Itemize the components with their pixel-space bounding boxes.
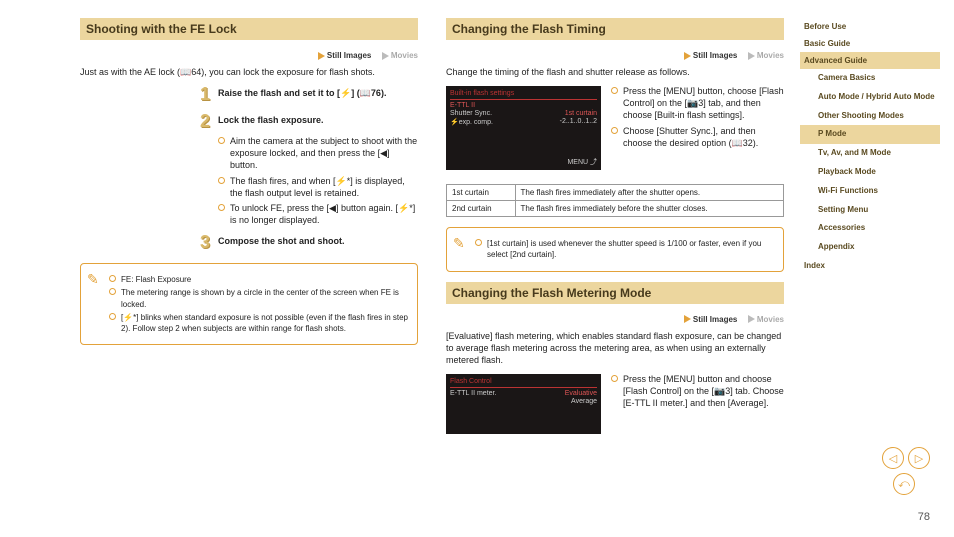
bullet-icon <box>611 87 618 94</box>
toc-subitem[interactable]: Auto Mode / Hybrid Auto Mode <box>800 88 940 107</box>
intro-text: Just as with the AE lock (📖64), you can … <box>80 66 418 78</box>
toc-subitem[interactable]: Other Shooting Modes <box>800 107 940 126</box>
step-number: 2 <box>200 111 218 132</box>
curtain-table: 1st curtainThe flash fires immediately a… <box>446 184 784 217</box>
triangle-icon <box>382 52 389 60</box>
camera-screenshot: Built-in flash settings E-TTL II Shutter… <box>446 86 601 170</box>
bullet-icon <box>109 275 116 282</box>
note-box: ✎ [1st curtain] is used whenever the shu… <box>446 227 784 271</box>
bullet: To unlock FE, press the [◀] button again… <box>218 202 418 226</box>
page: Shooting with the FE Lock Still Images M… <box>0 0 954 537</box>
toc-item[interactable]: Advanced Guide <box>800 52 940 69</box>
shot-title: Flash Control <box>450 378 597 388</box>
mode-indicator: Still Images Movies <box>80 50 418 60</box>
heading-flash-metering: Changing the Flash Metering Mode <box>446 282 784 304</box>
col-left: Shooting with the FE Lock Still Images M… <box>80 18 418 442</box>
bullet-icon <box>109 288 116 295</box>
bullet: Aim the camera at the subject to shoot w… <box>218 135 418 171</box>
toc-subitem[interactable]: Appendix <box>800 238 940 257</box>
shot-title: Built-in flash settings <box>450 90 597 100</box>
note-item: [1st curtain] is used whenever the shutt… <box>475 238 775 260</box>
pencil-icon: ✎ <box>87 270 99 290</box>
toc-subitem[interactable]: Setting Menu <box>800 201 940 220</box>
triangle-icon <box>748 315 755 323</box>
triangle-icon <box>684 52 691 60</box>
bullet-icon <box>218 204 225 211</box>
bullet: Choose [Shutter Sync.], and then choose … <box>611 125 784 149</box>
heading-fe-lock: Shooting with the FE Lock <box>80 18 418 40</box>
prev-button[interactable]: ◁ <box>882 447 904 469</box>
note-item: FE: Flash Exposure <box>109 274 409 285</box>
intro-text: Change the timing of the flash and shutt… <box>446 66 784 78</box>
camera-screenshot: Flash Control E-TTL II meter.Evaluative … <box>446 374 601 434</box>
toc-subitem[interactable]: Tv, Av, and M Mode <box>800 144 940 163</box>
toc-subitem[interactable]: Playback Mode <box>800 163 940 182</box>
toc-subitem[interactable]: Camera Basics <box>800 69 940 88</box>
step-number: 3 <box>200 232 218 253</box>
toc-item[interactable]: Basic Guide <box>800 35 940 52</box>
bullet-icon <box>475 239 482 246</box>
note-item: [⚡*] blinks when standard exposure is no… <box>109 312 409 334</box>
toc-subitem[interactable]: Accessories <box>800 219 940 238</box>
bullet-icon <box>109 313 116 320</box>
mode-indicator: Still Images Movies <box>446 50 784 60</box>
note-box: ✎ FE: Flash Exposure The metering range … <box>80 263 418 345</box>
intro-text: [Evaluative] flash metering, which enabl… <box>446 330 784 366</box>
col-right: Changing the Flash Timing Still Images M… <box>446 18 784 442</box>
bullet: The flash fires, and when [⚡*] is displa… <box>218 175 418 199</box>
bullet-icon <box>611 375 618 382</box>
step-number: 1 <box>200 84 218 105</box>
heading-flash-timing: Changing the Flash Timing <box>446 18 784 40</box>
menu-hint: MENU ⤴ <box>567 157 597 167</box>
step-1: 1Raise the flash and set it to [⚡] (📖76)… <box>200 84 418 105</box>
bullet-icon <box>218 137 225 144</box>
return-button[interactable]: ⤺ <box>893 473 915 495</box>
toc-item[interactable]: Before Use <box>800 18 940 35</box>
step-3: 3Compose the shot and shoot. <box>200 232 418 253</box>
pencil-icon: ✎ <box>453 234 465 254</box>
bullet: Press the [MENU] button and choose [Flas… <box>611 373 784 409</box>
bullet-icon <box>218 177 225 184</box>
triangle-icon <box>318 52 325 60</box>
page-number: 78 <box>918 511 930 523</box>
toc-item[interactable]: Index <box>800 257 940 274</box>
toc-subitem[interactable]: Wi-Fi Functions <box>800 182 940 201</box>
screenshot-with-text: Built-in flash settings E-TTL II Shutter… <box>446 82 784 178</box>
step-2: 2Lock the flash exposure. <box>200 111 418 132</box>
bullet-icon <box>611 127 618 134</box>
nav-buttons: ◁▷ ⤺ <box>880 445 932 497</box>
mode-indicator: Still Images Movies <box>446 314 784 324</box>
table-row: 2nd curtainThe flash fires immediately b… <box>447 201 784 217</box>
toc-sidebar: Before UseBasic GuideAdvanced GuideCamer… <box>800 18 940 274</box>
table-row: 1st curtainThe flash fires immediately a… <box>447 185 784 201</box>
next-button[interactable]: ▷ <box>908 447 930 469</box>
note-item: The metering range is shown by a circle … <box>109 287 409 309</box>
screenshot-with-text: Flash Control E-TTL II meter.Evaluative … <box>446 370 784 442</box>
bullet: Press the [MENU] button, choose [Flash C… <box>611 85 784 121</box>
triangle-icon <box>684 315 691 323</box>
triangle-icon <box>748 52 755 60</box>
toc-subitem[interactable]: P Mode <box>800 125 940 144</box>
